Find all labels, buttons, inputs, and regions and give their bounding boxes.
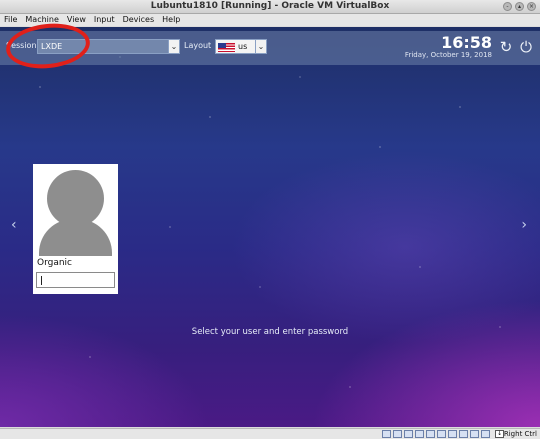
audio-icon[interactable] (404, 430, 413, 438)
power-icon[interactable]: ⏻ (518, 39, 534, 55)
hard-disk-icon[interactable] (382, 430, 391, 438)
close-icon[interactable]: × (527, 2, 536, 11)
network-icon[interactable] (415, 430, 424, 438)
display-icon[interactable] (448, 430, 457, 438)
usb-icon[interactable] (426, 430, 435, 438)
window-title: Lubuntu1810 [Running] - Oracle VM Virtua… (150, 1, 390, 11)
layout-dropdown[interactable]: us ⌄ (215, 39, 267, 54)
user-card[interactable]: Organic (33, 164, 118, 294)
vbox-status-bar: ↓ Right Ctrl (0, 428, 540, 439)
layout-label: Layout (184, 41, 212, 50)
mouse-integration-icon[interactable] (481, 430, 490, 438)
us-flag-icon (218, 43, 235, 52)
keyboard-icon: ↓ (495, 430, 504, 438)
window-title-bar: Lubuntu1810 [Running] - Oracle VM Virtua… (0, 0, 540, 14)
menu-bar: File Machine View Input Devices Help (0, 14, 540, 26)
minimize-icon[interactable]: - (503, 2, 512, 11)
vm-display: Session LXDE ⌄ Layout us ⌄ 16:58 Friday,… (0, 27, 540, 427)
maximize-icon[interactable]: ▴ (515, 2, 524, 11)
avatar (36, 167, 115, 256)
menu-devices[interactable]: Devices (119, 14, 159, 26)
chevron-left-icon[interactable]: ‹ (11, 217, 17, 233)
username-label: Organic (37, 258, 73, 268)
optical-drive-icon[interactable] (393, 430, 402, 438)
chevron-right-icon[interactable]: › (521, 217, 527, 233)
text-caret (41, 276, 42, 285)
status-icons (382, 430, 490, 438)
window-controls: - ▴ × (503, 2, 536, 11)
layout-value: us (238, 42, 248, 51)
password-field[interactable] (36, 272, 115, 288)
menu-input[interactable]: Input (90, 14, 119, 26)
capture-icon[interactable] (459, 430, 468, 438)
clock-date: Friday, October 19, 2018 (404, 51, 492, 59)
login-prompt: Select your user and enter password (191, 327, 349, 337)
clock-time: 16:58 (441, 33, 492, 52)
shared-folders-icon[interactable] (437, 430, 446, 438)
menu-file[interactable]: File (0, 14, 21, 26)
chevron-down-icon[interactable]: ⌄ (255, 39, 267, 54)
avatar-body (39, 219, 112, 256)
restart-icon[interactable]: ↻ (498, 39, 514, 55)
chevron-down-icon[interactable]: ⌄ (168, 39, 180, 54)
cpu-icon[interactable] (470, 430, 479, 438)
menu-help[interactable]: Help (158, 14, 184, 26)
